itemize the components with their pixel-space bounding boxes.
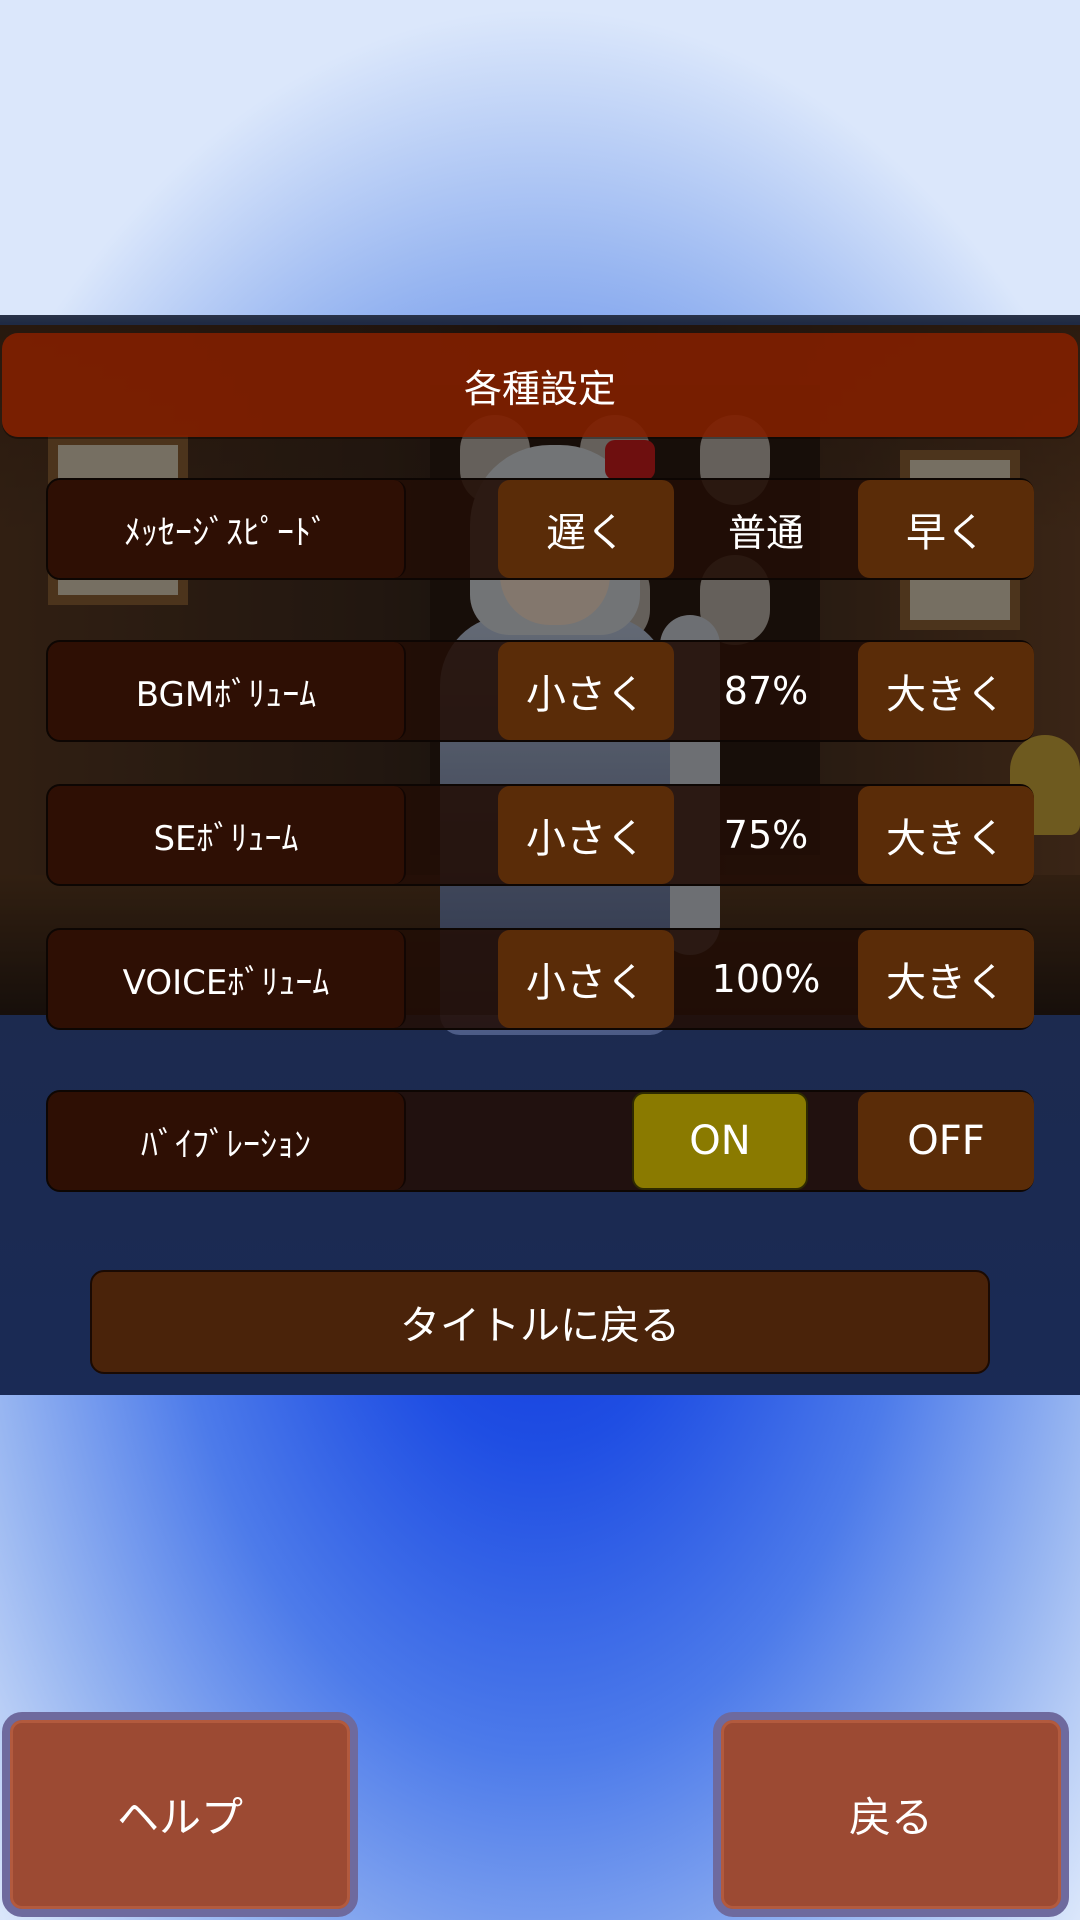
voice-volume-label: VOICEﾎﾞﾘｭｰﾑ — [48, 930, 406, 1028]
back-button[interactable]: 戻る — [713, 1712, 1069, 1917]
settings-panel: 各種設定 ﾒｯｾｰｼﾞｽﾋﾟｰﾄﾞ 遅く 普通 早く BGMﾎﾞﾘｭｰﾑ 小さく… — [0, 315, 1080, 1395]
vibration-label: ﾊﾞｲﾌﾞﾚｰｼｮﾝ — [48, 1092, 406, 1190]
message-speed-label: ﾒｯｾｰｼﾞｽﾋﾟｰﾄﾞ — [48, 480, 406, 578]
message-speed-faster-button[interactable]: 早く — [858, 480, 1034, 578]
settings-title: 各種設定 — [463, 366, 616, 411]
message-speed-row: ﾒｯｾｰｼﾞｽﾋﾟｰﾄﾞ 遅く 普通 早く — [46, 478, 1034, 580]
voice-volume-up-button[interactable]: 大きく — [858, 930, 1034, 1028]
vibration-off-button[interactable]: OFF — [858, 1092, 1034, 1190]
se-volume-down-button[interactable]: 小さく — [498, 786, 674, 884]
message-speed-value: 普通 — [727, 510, 804, 555]
help-button[interactable]: ヘルプ — [2, 1712, 358, 1917]
bgm-volume-value: 87% — [723, 669, 809, 713]
settings-header: 各種設定 — [2, 333, 1078, 437]
voice-volume-down-button[interactable]: 小さく — [498, 930, 674, 1028]
message-speed-slower-button[interactable]: 遅く — [498, 480, 674, 578]
se-volume-up-button[interactable]: 大きく — [858, 786, 1034, 884]
se-volume-label: SEﾎﾞﾘｭｰﾑ — [48, 786, 406, 884]
return-to-title-button[interactable]: タイトルに戻る — [90, 1270, 990, 1374]
bgm-volume-row: BGMﾎﾞﾘｭｰﾑ 小さく 87% 大きく — [46, 640, 1034, 742]
vibration-row: ﾊﾞｲﾌﾞﾚｰｼｮﾝ ON OFF — [46, 1090, 1034, 1192]
se-volume-value: 75% — [723, 813, 809, 857]
vibration-on-button[interactable]: ON — [632, 1092, 808, 1190]
bgm-volume-down-button[interactable]: 小さく — [498, 642, 674, 740]
bgm-volume-label: BGMﾎﾞﾘｭｰﾑ — [48, 642, 406, 740]
bgm-volume-up-button[interactable]: 大きく — [858, 642, 1034, 740]
se-volume-row: SEﾎﾞﾘｭｰﾑ 小さく 75% 大きく — [46, 784, 1034, 886]
voice-volume-row: VOICEﾎﾞﾘｭｰﾑ 小さく 100% 大きく — [46, 928, 1034, 1030]
voice-volume-value: 100% — [711, 957, 821, 1001]
